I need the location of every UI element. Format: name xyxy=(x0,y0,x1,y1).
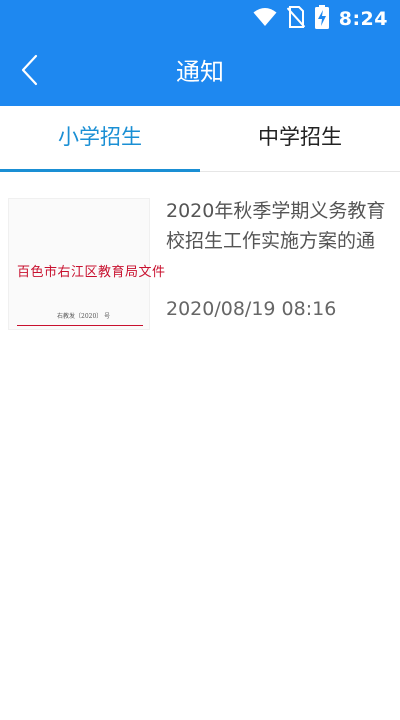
no-sim-icon xyxy=(286,6,305,32)
notice-date: 2020/08/19 08:16 xyxy=(166,298,337,320)
notice-title-line-1: 2020年秋季学期义务教育 xyxy=(166,200,386,222)
thumbnail-document-number: 右教发〔2020〕 号 xyxy=(57,313,111,320)
notice-title-line-2: 校招生工作实施方案的通 xyxy=(166,230,376,252)
tab-primary-school[interactable]: 小学招生 xyxy=(0,106,200,172)
tab-bar: 小学招生 中学招生 xyxy=(0,106,400,172)
status-time: 8:24 xyxy=(338,8,388,30)
status-icons: 8:24 xyxy=(253,5,388,33)
tab-middle-school[interactable]: 中学招生 xyxy=(200,106,400,171)
notice-item[interactable]: 百色市右江区教育局文件 右教发〔2020〕 号 2020年秋季学期义务教育 校招… xyxy=(0,172,400,344)
wifi-icon xyxy=(253,7,277,31)
thumbnail-divider xyxy=(17,325,143,326)
page-title: 通知 xyxy=(176,58,224,86)
app-bar: 通知 xyxy=(0,38,400,106)
chevron-left-icon xyxy=(20,54,40,90)
header: 8:24 通知 xyxy=(0,0,400,106)
notice-title: 2020年秋季学期义务教育 校招生工作实施方案的通 xyxy=(166,196,400,256)
notice-thumbnail: 百色市右江区教育局文件 右教发〔2020〕 号 xyxy=(8,198,166,330)
back-button[interactable] xyxy=(8,48,52,96)
status-bar: 8:24 xyxy=(0,0,400,38)
thumbnail-document-heading: 百色市右江区教育局文件 xyxy=(17,265,166,280)
notice-list: 百色市右江区教育局文件 右教发〔2020〕 号 2020年秋季学期义务教育 校招… xyxy=(0,172,400,344)
battery-charging-icon xyxy=(314,5,329,33)
